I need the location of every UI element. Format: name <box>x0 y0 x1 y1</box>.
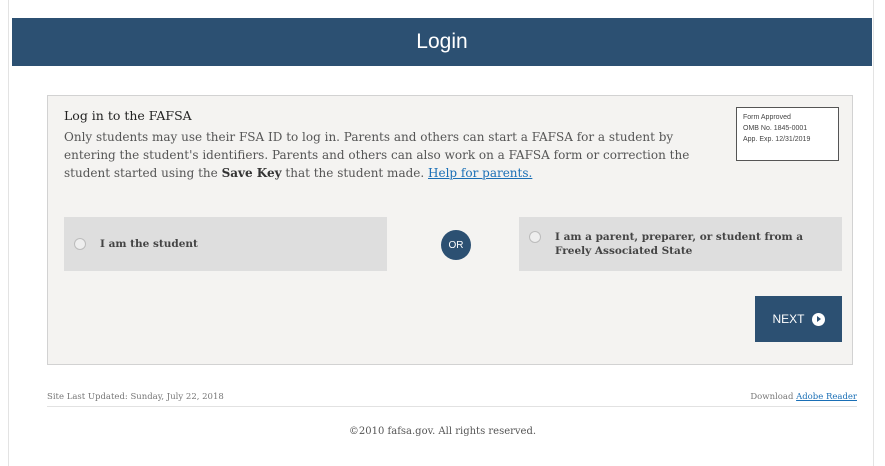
site-last-updated: Site Last Updated: Sunday, July 22, 2018 <box>47 392 224 402</box>
parent-option-label: I am a parent, preparer, or student from… <box>555 231 804 257</box>
save-key-text: Save Key <box>221 166 282 180</box>
student-option[interactable]: I am the student <box>64 217 387 271</box>
footer-divider <box>47 406 857 407</box>
student-option-label: I am the student <box>100 238 198 250</box>
arrow-right-circle-icon <box>811 312 825 326</box>
login-card: Log in to the FAFSA Only students may us… <box>47 95 853 365</box>
body-outro: that the student made. <box>281 166 429 180</box>
adobe-reader-link[interactable]: Adobe Reader <box>796 392 857 402</box>
omb-line-2: OMB No. 1845-0001 <box>743 125 808 132</box>
page-header: Login <box>12 18 872 66</box>
student-radio[interactable] <box>74 238 86 250</box>
help-for-parents-link[interactable]: Help for parents. <box>428 166 532 180</box>
card-description: Only students may use their FSA ID to lo… <box>64 128 719 182</box>
next-label: NEXT <box>772 312 805 326</box>
next-button[interactable]: NEXT <box>755 296 842 342</box>
parent-radio[interactable] <box>529 231 541 243</box>
omb-approval-box: Form Approved OMB No. 1845-0001 App. Exp… <box>736 107 839 161</box>
page-title: Login <box>416 30 468 53</box>
download-prefix: Download <box>750 392 797 402</box>
download-note: Download Adobe Reader <box>750 392 857 402</box>
or-badge: OR <box>441 230 471 260</box>
copyright: ©2010 fafsa.gov. All rights reserved. <box>348 426 537 437</box>
parent-option[interactable]: I am a parent, preparer, or student from… <box>519 217 842 271</box>
omb-line-3: App. Exp. 12/31/2019 <box>743 136 811 143</box>
omb-line-1: Form Approved <box>743 114 791 121</box>
card-heading: Log in to the FAFSA <box>64 108 192 123</box>
or-label: OR <box>448 239 464 251</box>
